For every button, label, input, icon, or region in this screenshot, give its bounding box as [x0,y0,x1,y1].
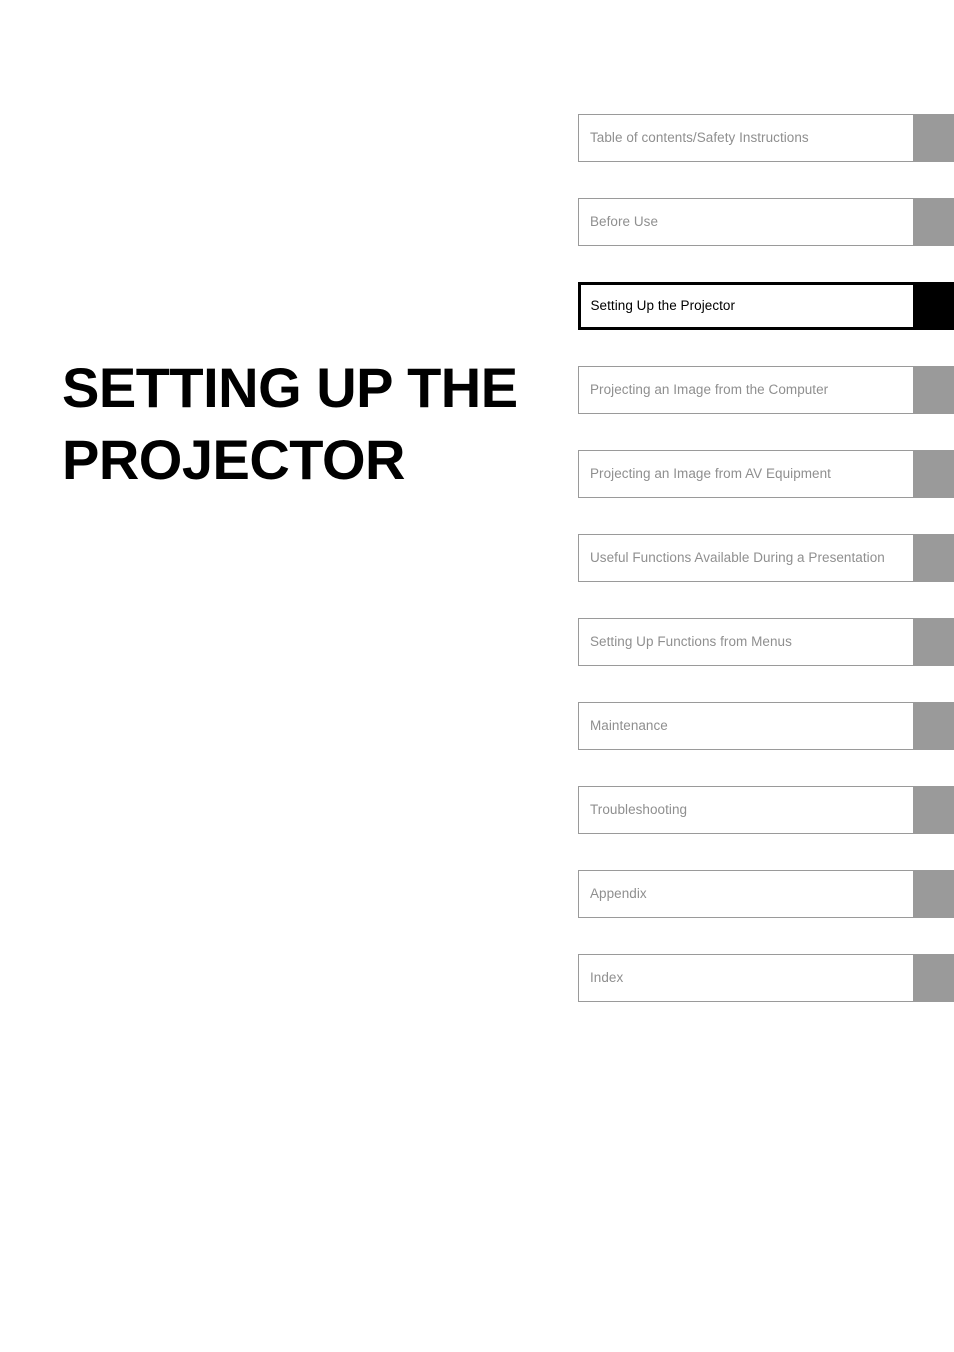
tab-color-swatch [913,450,954,498]
tab-label-box: Setting Up Functions from Menus [578,618,913,666]
tab-index[interactable]: Index [578,954,954,1002]
tab-appendix[interactable]: Appendix [578,870,954,918]
tab-color-swatch [913,366,954,414]
tab-label-box: Useful Functions Available During a Pres… [578,534,913,582]
tab-color-swatch [913,870,954,918]
tab-label-box: Index [578,954,913,1002]
tab-label-box: Table of contents/Safety Instructions [578,114,913,162]
tab-projecting-an-image-from-the-computer[interactable]: Projecting an Image from the Computer [578,366,954,414]
page-title: SETTING UP THE PROJECTOR [62,356,518,491]
tab-color-swatch [913,786,954,834]
tab-label-box: Troubleshooting [578,786,913,834]
tab-color-swatch [913,954,954,1002]
tab-label-box: Projecting an Image from the Computer [578,366,913,414]
tab-label: Troubleshooting [590,802,688,818]
tab-color-swatch [913,534,954,582]
tab-setting-up-functions-from-menus[interactable]: Setting Up Functions from Menus [578,618,954,666]
tab-label: Maintenance [590,718,668,734]
tab-label-box: Appendix [578,870,913,918]
tab-color-swatch [913,198,954,246]
tab-color-swatch [913,282,954,330]
chapter-tab-index: Table of contents/Safety Instructions Bef… [578,114,954,1002]
tab-label: Index [590,970,624,986]
chapter-divider-page: SETTING UP THE PROJECTOR Table of conten… [0,0,954,1352]
tab-useful-functions-available-during-a-presentation[interactable]: Useful Functions Available During a Pres… [578,534,954,582]
tab-color-swatch [913,114,954,162]
tab-color-swatch [913,618,954,666]
tab-color-swatch [913,702,954,750]
tab-setting-up-the-projector[interactable]: Setting Up the Projector [578,282,954,330]
tab-projecting-an-image-from-av-equipment[interactable]: Projecting an Image from AV Equipment [578,450,954,498]
tab-label-box: Maintenance [578,702,913,750]
tab-label: Appendix [590,886,647,902]
tab-label: Setting Up the Projector [590,298,736,314]
tab-label: Setting Up Functions from Menus [590,634,792,650]
tab-label-box: Projecting an Image from AV Equipment [578,450,913,498]
tab-before-use[interactable]: Before Use [578,198,954,246]
tab-label: Useful Functions Available During a Pres… [590,550,885,566]
tab-label: Table of contents/Safety Instructions [590,130,809,146]
tab-label-box: Setting Up the Projector [578,282,913,330]
tab-maintenance[interactable]: Maintenance [578,702,954,750]
tab-label-box: Before Use [578,198,913,246]
tab-table-of-contents-safety-instructions[interactable]: Table of contents/Safety Instructions [578,114,954,162]
tab-troubleshooting[interactable]: Troubleshooting [578,786,954,834]
tab-label: Before Use [590,214,659,230]
tab-label: Projecting an Image from AV Equipment [590,466,831,482]
tab-label: Projecting an Image from the Computer [590,382,829,398]
